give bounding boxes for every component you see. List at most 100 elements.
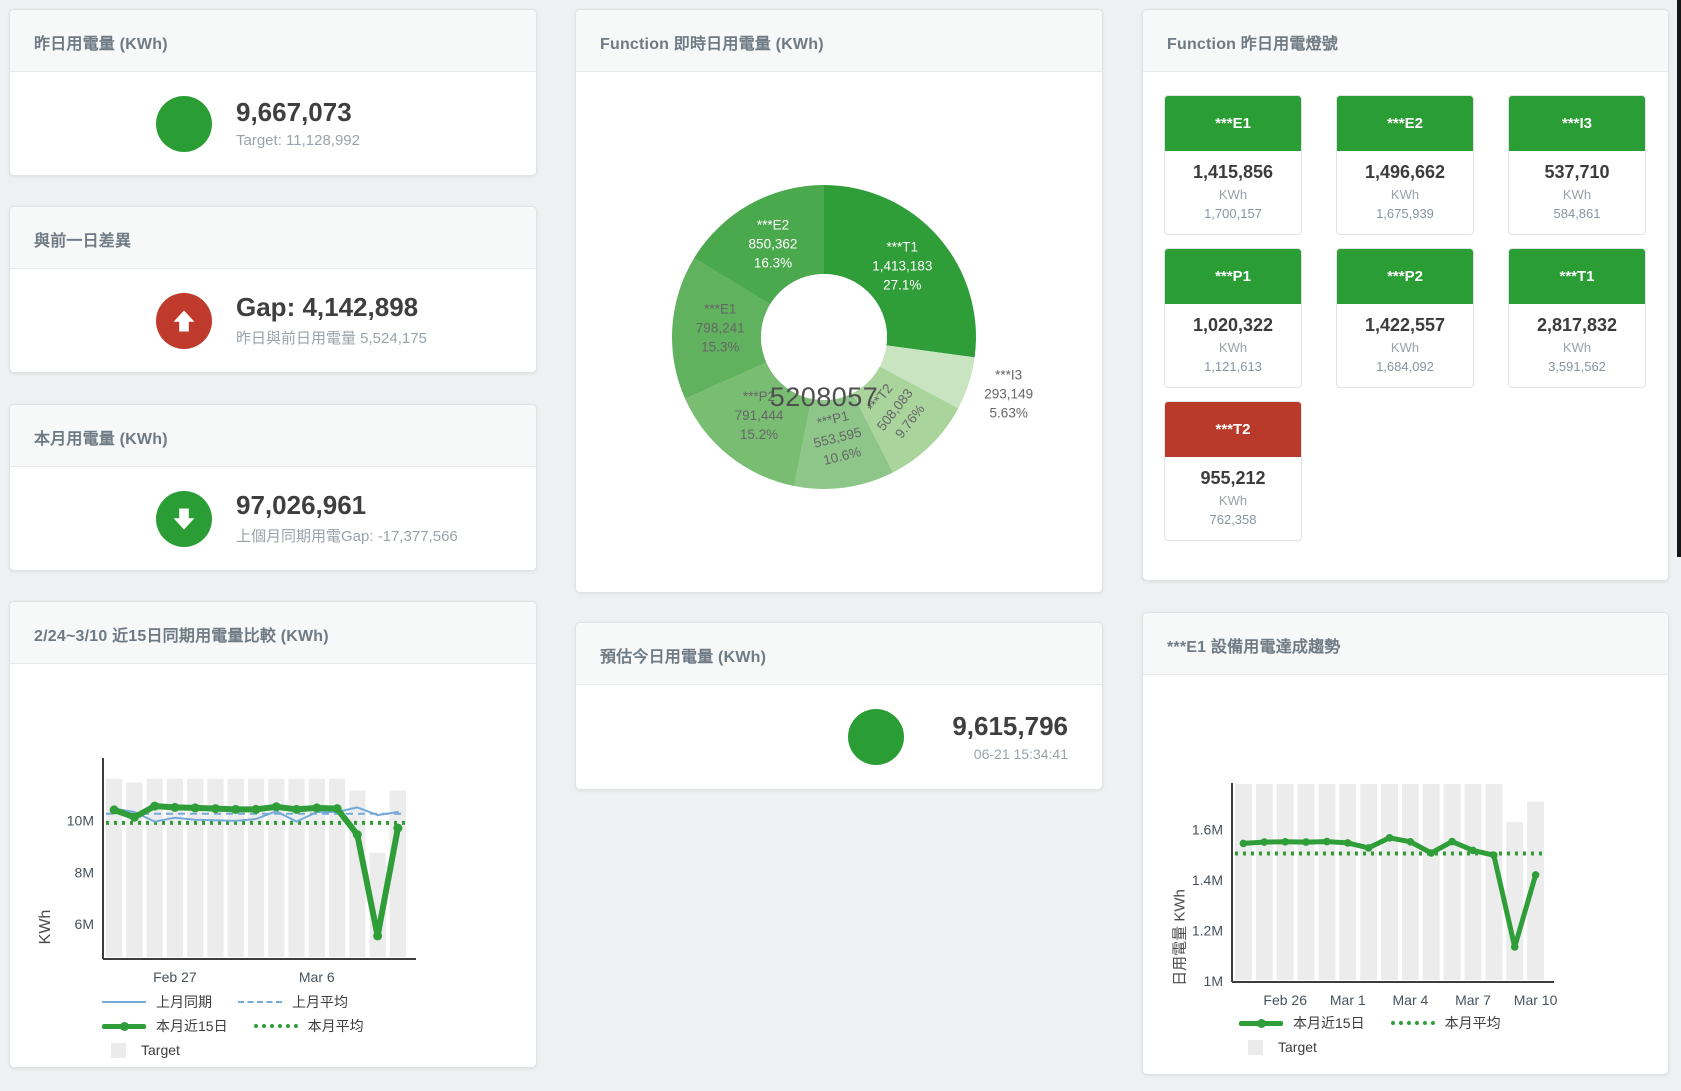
month-gap-subtitle: 上個月同期用電Gap: -17,377,566 xyxy=(236,525,458,546)
device-tile[interactable]: ***E11,415,856KWh1,700,157 xyxy=(1164,95,1302,235)
card-yesterday-body: 9,667,073 Target: 11,128,992 xyxy=(10,72,536,175)
device-tile[interactable]: ***I3537,710KWh584,861 xyxy=(1508,95,1646,235)
x-tick-label: Mar 1 xyxy=(1330,992,1366,1008)
device-tile-body: 955,212KWh762,358 xyxy=(1165,457,1301,540)
device-tile-header: ***T1 xyxy=(1509,249,1645,304)
device-tile[interactable]: ***T2955,212KWh762,358 xyxy=(1164,401,1302,541)
card-day-gap-header: 與前一日差異 xyxy=(10,207,536,269)
x-tick-label: Mar 7 xyxy=(1455,992,1491,1008)
device-label: ***P1 xyxy=(1215,268,1251,285)
target-bar xyxy=(1423,784,1440,980)
gray-square-swatch-icon xyxy=(1248,1040,1263,1055)
device-value: 537,710 xyxy=(1513,162,1641,183)
card-estimate-header: 預估今日用電量 (KWh) xyxy=(576,623,1102,685)
device-unit: KWh xyxy=(1513,340,1641,355)
legend-item-last-month[interactable]: 上月同期 xyxy=(102,992,212,1012)
blue-dash-swatch-icon xyxy=(238,1001,282,1003)
series-point xyxy=(231,805,240,814)
card-light-signals-title: Function 昨日用電燈號 xyxy=(1167,36,1338,53)
legend-item-this-month-avg[interactable]: 本月平均 xyxy=(1391,1013,1501,1033)
device-label: ***P2 xyxy=(1387,268,1423,285)
series-point xyxy=(1511,943,1519,951)
y-tick-label: 8M xyxy=(75,864,94,880)
device-value: 1,496,662 xyxy=(1341,162,1469,183)
card-yesterday-usage: 昨日用電量 (KWh) 9,667,073 Target: 11,128,992 xyxy=(9,9,537,176)
device-unit: KWh xyxy=(1169,493,1297,508)
card-month-header: 本月用電量 (KWh) xyxy=(10,405,536,467)
device-tile-header: ***I3 xyxy=(1509,96,1645,151)
estimate-value: 9,615,796 xyxy=(928,712,1068,742)
donut-center-total: 5208057 xyxy=(761,382,887,413)
legend-item-this-month[interactable]: 本月近15日 xyxy=(1239,1013,1365,1033)
series-point xyxy=(1323,838,1331,846)
device-target: 1,675,939 xyxy=(1341,206,1469,221)
up-arrow-icon xyxy=(156,293,212,349)
card-month-body: 97,026,961 上個月同期用電Gap: -17,377,566 xyxy=(10,467,536,570)
legend-item-target[interactable]: Target xyxy=(102,1042,180,1058)
series-point xyxy=(1302,838,1310,846)
compare-y-axis-label: KWh xyxy=(37,867,55,987)
series-point xyxy=(1469,847,1477,855)
legend-item-target[interactable]: Target xyxy=(1239,1039,1317,1055)
screen-edge-scrollbar[interactable] xyxy=(1677,0,1681,557)
card-day-gap: 與前一日差異 Gap: 4,142,898 昨日與前日用電量 5,524,175 xyxy=(9,206,537,373)
device-label: ***I3 xyxy=(1562,115,1592,132)
device-value: 2,817,832 xyxy=(1513,315,1641,336)
target-bar xyxy=(1444,784,1461,980)
green-dot-swatch-icon xyxy=(1391,1021,1435,1025)
series-point xyxy=(1281,838,1289,846)
device-value: 955,212 xyxy=(1169,468,1297,489)
card-estimate-today: 預估今日用電量 (KWh) 9,615,796 06-21 15:34:41 xyxy=(575,622,1103,790)
device-label: ***E1 xyxy=(1215,115,1251,132)
estimate-timestamp: 06-21 15:34:41 xyxy=(928,746,1068,762)
green-thick-line-swatch-icon xyxy=(1239,1021,1283,1026)
series-point xyxy=(1344,839,1352,847)
legend-item-last-month-avg[interactable]: 上月平均 xyxy=(238,992,348,1012)
green-dot-swatch-icon xyxy=(254,1024,298,1028)
device-tile-body: 2,817,832KWh3,591,562 xyxy=(1509,304,1645,387)
yesterday-target: Target: 11,128,992 xyxy=(236,132,360,149)
device-unit: KWh xyxy=(1169,340,1297,355)
device-label: ***T2 xyxy=(1215,421,1250,438)
green-status-circle-icon xyxy=(156,96,212,152)
device-tile[interactable]: ***P2 1,422,557KWh1,684,092 xyxy=(1336,248,1474,388)
device-tile-body: 1,496,662KWh1,675,939 xyxy=(1337,151,1473,234)
y-tick-label: 1.2M xyxy=(1192,923,1223,939)
device-target: 1,684,092 xyxy=(1341,359,1469,374)
legend-item-this-month-avg[interactable]: 本月平均 xyxy=(254,1016,364,1036)
card-estimate-body: 9,615,796 06-21 15:34:41 xyxy=(576,685,1102,789)
device-label: ***E2 xyxy=(1387,115,1423,132)
series-point xyxy=(292,805,301,814)
device-tile-body: 1,422,557KWh1,684,092 xyxy=(1337,304,1473,387)
series-point xyxy=(1386,834,1394,842)
card-trend-chart: ***E1 設備用電達成趨勢 日用電量 KWh 1M1.2M1.4M1.6MFe… xyxy=(1142,612,1669,1075)
card-day-gap-title: 與前一日差異 xyxy=(34,233,131,250)
donut-slice-label: ***I3293,1495.63% xyxy=(984,367,1033,420)
legend-item-this-month[interactable]: 本月近15日 xyxy=(102,1016,228,1036)
month-value: 97,026,961 xyxy=(236,491,458,521)
target-bar xyxy=(1381,784,1398,980)
trend-chart-legend: 本月近15日 本月平均 Target xyxy=(1143,1011,1668,1059)
card-compare-header: 2/24~3/10 近15日同期用電量比較 (KWh) xyxy=(10,602,536,664)
target-bar xyxy=(1360,784,1377,980)
card-realtime-donut: Function 即時日用電量 (KWh) ***T11,413,18327.1… xyxy=(575,9,1103,593)
y-tick-label: 10M xyxy=(67,812,94,828)
device-tile[interactable]: ***E2 1,496,662KWh1,675,939 xyxy=(1336,95,1474,235)
device-tile[interactable]: ***P1 1,020,322 KWh 1,121,613 xyxy=(1164,248,1302,388)
card-yesterday-title: 昨日用電量 (KWh) xyxy=(34,36,168,53)
device-tile-header: ***E1 xyxy=(1165,96,1301,151)
device-value: 1,020,322 xyxy=(1169,315,1297,336)
series-point xyxy=(333,804,342,813)
x-tick-label: Mar 6 xyxy=(299,969,335,985)
card-realtime-title: Function 即時日用電量 (KWh) xyxy=(600,36,824,53)
device-value: 1,415,856 xyxy=(1169,162,1297,183)
y-tick-label: 1.6M xyxy=(1192,822,1223,838)
device-unit: KWh xyxy=(1513,187,1641,202)
series-point xyxy=(170,803,179,812)
target-bar xyxy=(1506,822,1523,980)
series-point xyxy=(1261,838,1269,846)
device-tile[interactable]: ***T12,817,832KWh3,591,562 xyxy=(1508,248,1646,388)
x-tick-label: Mar 4 xyxy=(1393,992,1429,1008)
device-target: 1,121,613 xyxy=(1169,359,1297,374)
card-compare-title: 2/24~3/10 近15日同期用電量比較 (KWh) xyxy=(34,628,329,645)
